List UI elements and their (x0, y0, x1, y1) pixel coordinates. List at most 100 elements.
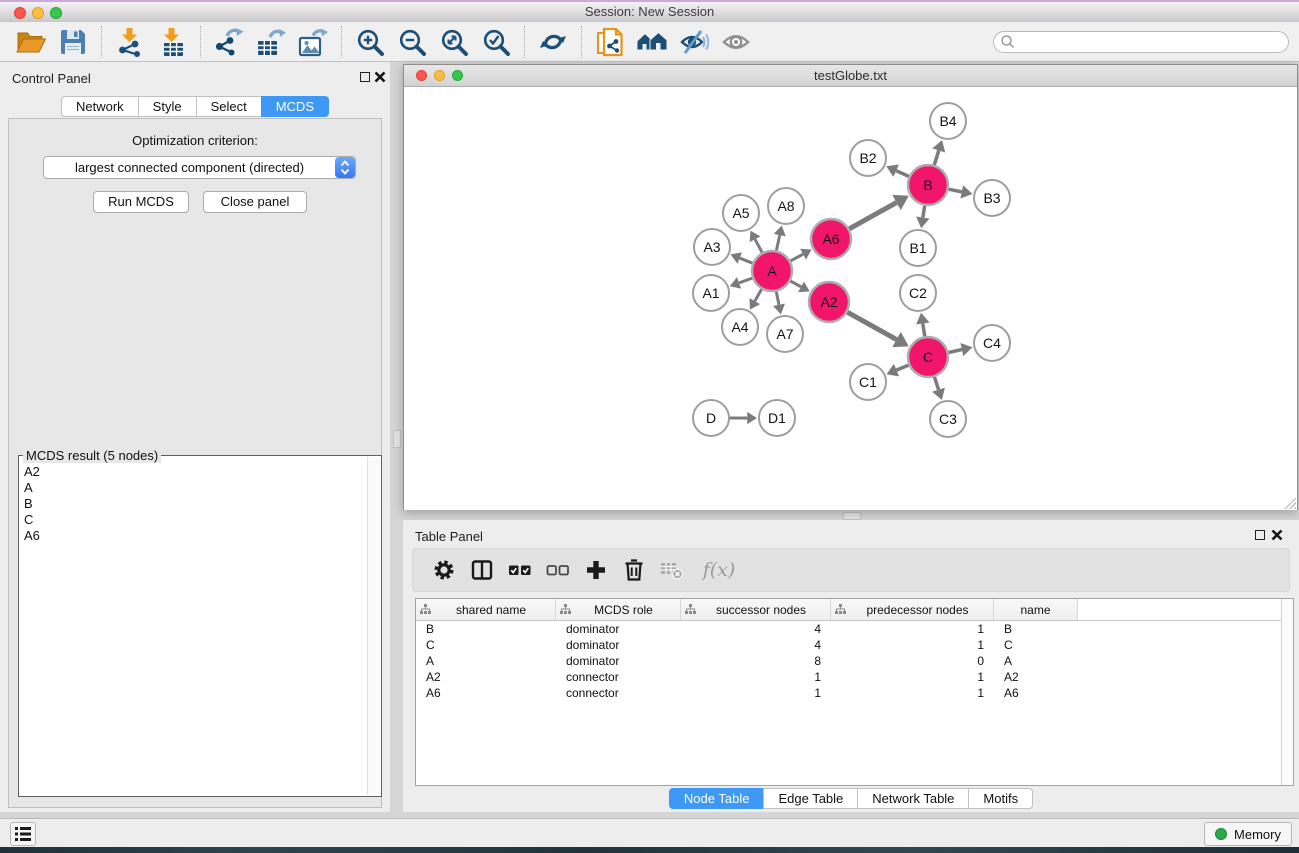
close-panel-button[interactable]: Close panel (203, 191, 307, 213)
zoom-out-button[interactable] (391, 24, 433, 60)
split-divider-handle[interactable] (393, 430, 401, 448)
table-row[interactable]: A2connector11A2 (416, 669, 1293, 685)
search-input[interactable] (1015, 35, 1282, 49)
tab-mcds[interactable]: MCDS (261, 96, 329, 117)
save-session-button[interactable] (52, 24, 94, 60)
table-row[interactable]: A6connector11A6 (416, 685, 1293, 701)
deselect-rows-button[interactable] (543, 555, 573, 585)
refresh-layout-button[interactable] (532, 24, 574, 60)
graph-node-A7[interactable]: A7 (767, 316, 803, 352)
dropdown-stepper-icon (335, 157, 355, 178)
graph-node-A4[interactable]: A4 (722, 309, 758, 345)
graph-node-A[interactable]: A (752, 251, 792, 291)
graph-node-A1[interactable]: A1 (693, 275, 729, 311)
search-field[interactable] (993, 31, 1289, 53)
tab-select[interactable]: Select (196, 96, 262, 117)
export-network-button[interactable] (208, 24, 250, 60)
graph-node-C3[interactable]: C3 (930, 401, 966, 437)
minimize-network-button[interactable] (434, 70, 445, 81)
function-builder-button[interactable]: f(x) (695, 555, 743, 585)
zoom-selected-icon (482, 28, 510, 56)
split-divider-handle[interactable] (843, 512, 861, 520)
column-header-predecessor-nodes[interactable]: predecessor nodes (831, 599, 994, 620)
graph-node-A8[interactable]: A8 (768, 188, 804, 224)
table-row[interactable]: Bdominator41B (416, 621, 1293, 637)
list-item[interactable]: A2 (20, 464, 366, 480)
criterion-value: largest connected component (directed) (44, 160, 335, 175)
open-session-button[interactable] (10, 24, 52, 60)
list-item[interactable]: C (20, 512, 366, 528)
export-table-button[interactable] (250, 24, 292, 60)
list-item[interactable]: B (20, 496, 366, 512)
show-graphics-button[interactable] (715, 24, 757, 60)
add-column-button[interactable] (581, 555, 611, 585)
maximize-network-button[interactable] (452, 70, 463, 81)
graph-node-A2[interactable]: A2 (809, 282, 849, 322)
column-header-shared-name[interactable]: shared name (416, 599, 556, 620)
delete-table-button[interactable] (657, 555, 687, 585)
graph-node-B3[interactable]: B3 (974, 180, 1010, 216)
import-table-button[interactable] (151, 24, 193, 60)
tab-network-table[interactable]: Network Table (857, 788, 969, 809)
table-row[interactable]: Adominator80A (416, 653, 1293, 669)
network-canvas[interactable]: A A1 A2 A3 A4 A5 A6 A7 A8 B B1 B2 B3 B4 C C1 C2 C3 C4 D D1 (404, 87, 1297, 510)
zoom-selected-button[interactable] (475, 24, 517, 60)
graph-node-B2[interactable]: B2 (850, 140, 886, 176)
hide-graphics-button[interactable] (673, 24, 715, 60)
task-history-button[interactable] (10, 822, 36, 846)
table-cell: A (994, 653, 1078, 669)
close-panel-icon[interactable] (374, 71, 386, 83)
table-settings-button[interactable] (429, 555, 459, 585)
delete-column-button[interactable] (619, 555, 649, 585)
graph-node-A6[interactable]: A6 (811, 219, 851, 259)
tab-motifs[interactable]: Motifs (968, 788, 1033, 809)
criterion-dropdown[interactable]: largest connected component (directed) (43, 156, 356, 179)
close-panel-icon[interactable] (1271, 529, 1283, 541)
mcds-list-scrollbar[interactable] (367, 457, 380, 795)
graph-node-D[interactable]: D (693, 400, 729, 436)
graph-node-B[interactable]: B (908, 165, 948, 205)
import-network-button[interactable] (109, 24, 151, 60)
list-item[interactable]: A6 (20, 528, 366, 544)
table-cell: 1 (681, 685, 831, 701)
tab-edge-table[interactable]: Edge Table (763, 788, 858, 809)
graph-node-C[interactable]: C (908, 337, 948, 377)
graph-node-C4[interactable]: C4 (974, 325, 1010, 361)
graph-node-C2[interactable]: C2 (900, 275, 936, 311)
float-panel-icon[interactable] (1255, 530, 1265, 540)
table-cell: 1 (831, 621, 994, 637)
float-panel-icon[interactable] (360, 72, 370, 82)
list-item[interactable]: A (20, 480, 366, 496)
svg-text:A5: A5 (732, 205, 749, 221)
export-image-button[interactable] (292, 24, 334, 60)
minimize-window-button[interactable] (32, 7, 44, 19)
graph-node-A5[interactable]: A5 (723, 195, 759, 231)
tab-style[interactable]: Style (138, 96, 197, 117)
table-row[interactable]: Cdominator41C (416, 637, 1293, 653)
graph-node-B1[interactable]: B1 (900, 230, 936, 266)
zoom-fit-button[interactable] (433, 24, 475, 60)
maximize-window-button[interactable] (50, 7, 62, 19)
tab-network[interactable]: Network (61, 96, 139, 117)
select-all-rows-button[interactable] (505, 555, 535, 585)
column-header-mcds-role[interactable]: MCDS role (556, 599, 681, 620)
close-window-button[interactable] (14, 7, 26, 19)
memory-button[interactable]: Memory (1204, 822, 1292, 846)
tab-node-table[interactable]: Node Table (669, 788, 765, 809)
window-resize-grip[interactable] (1284, 497, 1296, 509)
graph-node-B4[interactable]: B4 (930, 103, 966, 139)
graph-node-D1[interactable]: D1 (759, 400, 795, 436)
graph-node-C1[interactable]: C1 (850, 364, 886, 400)
home-layout-button[interactable] (631, 24, 673, 60)
graph-node-A3[interactable]: A3 (694, 229, 730, 265)
table-scrollbar[interactable] (1281, 599, 1293, 785)
columns-button[interactable] (467, 555, 497, 585)
column-header-name[interactable]: name (994, 599, 1078, 620)
zoom-in-button[interactable] (349, 24, 391, 60)
column-header-successor-nodes[interactable]: successor nodes (681, 599, 831, 620)
network-file-button[interactable] (589, 24, 631, 60)
open-folder-icon (16, 29, 46, 55)
network-file-icon (595, 27, 625, 57)
close-network-button[interactable] (416, 70, 427, 81)
run-mcds-button[interactable]: Run MCDS (93, 191, 189, 213)
